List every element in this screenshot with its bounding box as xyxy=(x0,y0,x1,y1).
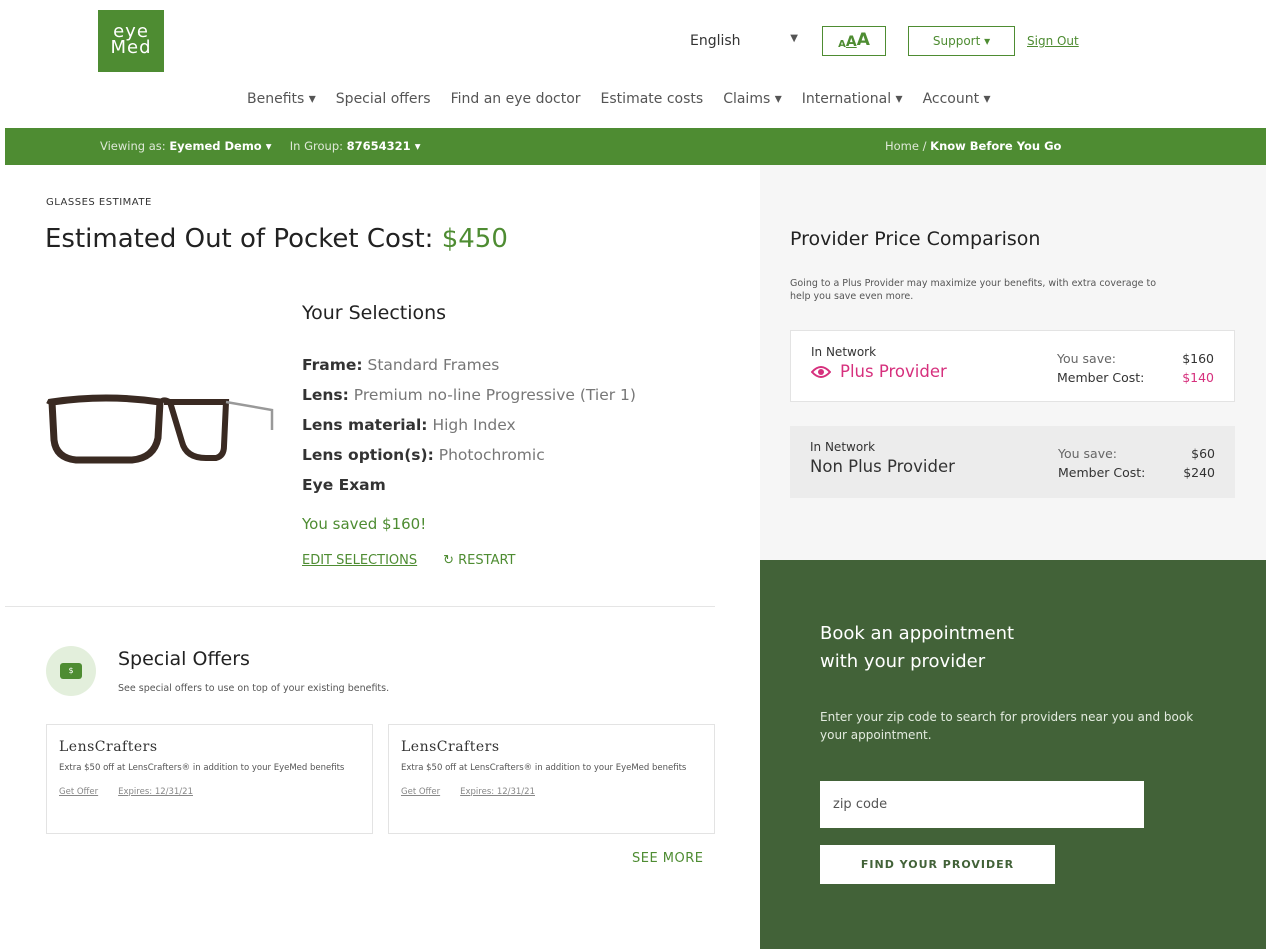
selection-label: Eye Exam xyxy=(302,476,386,494)
book-subtitle: Enter your zip code to search for provid… xyxy=(820,710,1194,742)
you-save-label: You save: xyxy=(1058,446,1117,461)
selection-lens-options: Lens option(s): Photochromic xyxy=(302,440,636,470)
context-bar: Viewing as: Eyemed Demo ▾ In Group: 8765… xyxy=(5,128,1266,165)
headline-text: Estimated Out of Pocket Cost: xyxy=(45,224,434,254)
provider-costs: You save: $160 Member Cost: $140 xyxy=(1057,349,1214,387)
nav-benefits[interactable]: Benefits ▾ xyxy=(247,91,316,107)
glasses-image xyxy=(46,394,274,464)
viewing-as: Viewing as: Eyemed Demo ▾ In Group: 8765… xyxy=(100,139,420,153)
selection-label: Lens: xyxy=(302,386,349,404)
get-offer-link[interactable]: Get Offer xyxy=(401,787,440,797)
book-title-line-2: with your provider xyxy=(820,651,986,672)
offer-footer: Get Offer Expires: 12/31/21 xyxy=(401,787,702,797)
estimated-cost: $450 xyxy=(441,224,508,254)
book-title: Book an appointment with your provider xyxy=(820,620,1014,676)
member-cost-label: Member Cost: xyxy=(1058,465,1146,480)
find-provider-button[interactable]: FIND YOUR PROVIDER xyxy=(820,845,1055,884)
get-offer-link[interactable]: Get Offer xyxy=(59,787,98,797)
section-divider xyxy=(5,606,715,607)
you-save-label: You save: xyxy=(1057,351,1116,366)
comparison-subtitle: Going to a Plus Provider may maximize yo… xyxy=(790,278,1157,302)
selection-actions: EDIT SELECTIONS ↻ RESTART xyxy=(302,553,516,568)
offer-description: Extra $50 off at LensCrafters® in additi… xyxy=(401,763,687,773)
book-title-line-1: Book an appointment xyxy=(820,623,1015,644)
comparison-title: Provider Price Comparison xyxy=(790,228,1041,250)
selection-eye-exam: Eye Exam xyxy=(302,470,636,500)
provider-costs: You save: $60 Member Cost: $240 xyxy=(1058,444,1215,482)
nav-special-offers[interactable]: Special offers xyxy=(336,91,431,107)
you-save-value: $160 xyxy=(1182,351,1214,366)
member-cost-value: $140 xyxy=(1182,370,1214,385)
breadcrumb-current: Know Before You Go xyxy=(930,139,1062,153)
selection-frame: Frame: Standard Frames xyxy=(302,350,636,380)
chevron-down-icon: ▼ xyxy=(790,33,798,44)
eyemed-logo[interactable]: eye Med xyxy=(98,10,164,72)
book-appointment-panel xyxy=(760,560,1266,949)
page-title: Estimated Out of Pocket Cost: $450 xyxy=(45,224,508,254)
utility-bar: English ▼ A A A Support ▾ Sign Out xyxy=(690,26,1079,56)
selection-value: Premium no-line Progressive (Tier 1) xyxy=(353,386,636,404)
restart-link[interactable]: ↻ RESTART xyxy=(443,553,515,568)
offer-card: LensCrafters Extra $50 off at LensCrafte… xyxy=(46,724,373,834)
support-button[interactable]: Support ▾ xyxy=(908,26,1015,56)
group-select[interactable]: 87654321 ▾ xyxy=(347,139,421,153)
breadcrumb: Home / Know Before You Go xyxy=(885,139,1061,153)
language-value: English xyxy=(690,33,741,49)
offer-brand: LensCrafters xyxy=(401,739,500,755)
text-size-small: A xyxy=(838,39,846,50)
viewing-label: Viewing as: xyxy=(100,139,166,153)
zip-code-input[interactable] xyxy=(820,781,1144,828)
offer-card: LensCrafters Extra $50 off at LensCrafte… xyxy=(388,724,715,834)
selection-lens: Lens: Premium no-line Progressive (Tier … xyxy=(302,380,636,410)
offer-description: Extra $50 off at LensCrafters® in additi… xyxy=(59,763,345,773)
offer-icon: $ xyxy=(46,646,96,696)
provider-name-text: Plus Provider xyxy=(840,362,947,381)
text-size-button[interactable]: A A A xyxy=(822,26,886,56)
nav-find-eye-doctor[interactable]: Find an eye doctor xyxy=(451,91,581,107)
viewing-user-select[interactable]: Eyemed Demo ▾ xyxy=(169,139,271,153)
nav-international[interactable]: International ▾ xyxy=(802,91,903,107)
offer-expiry: Expires: 12/31/21 xyxy=(118,787,193,797)
plus-provider-card[interactable]: In Network Plus Provider You save: $160 M… xyxy=(790,330,1235,402)
selection-lens-material: Lens material: High Index xyxy=(302,410,636,440)
estimate-eyebrow: GLASSES ESTIMATE xyxy=(46,197,152,208)
offer-tag-icon: $ xyxy=(60,663,82,679)
member-cost-label: Member Cost: xyxy=(1057,370,1145,385)
offer-brand: LensCrafters xyxy=(59,739,158,755)
sign-out-link[interactable]: Sign Out xyxy=(1027,34,1079,48)
selection-value: Photochromic xyxy=(438,446,545,464)
main-nav: Benefits ▾ Special offers Find an eye do… xyxy=(247,91,1011,107)
selection-value: Standard Frames xyxy=(367,356,500,374)
selection-label: Lens material: xyxy=(302,416,428,434)
you-save-value: $60 xyxy=(1191,446,1215,461)
offer-footer: Get Offer Expires: 12/31/21 xyxy=(59,787,360,797)
group-label: In Group: xyxy=(289,139,344,153)
member-cost-value: $240 xyxy=(1183,465,1215,480)
language-select[interactable]: English ▼ xyxy=(690,33,798,49)
selections-list: Frame: Standard Frames Lens: Premium no-… xyxy=(302,350,636,500)
offer-expiry: Expires: 12/31/21 xyxy=(460,787,535,797)
special-offers-subtitle: See special offers to use on top of your… xyxy=(118,683,390,694)
nav-estimate-costs[interactable]: Estimate costs xyxy=(601,91,704,107)
eye-icon xyxy=(811,365,831,378)
special-offers-title: Special Offers xyxy=(118,648,250,670)
nav-claims[interactable]: Claims ▾ xyxy=(723,91,782,107)
selection-value: High Index xyxy=(432,416,516,434)
selections-title: Your Selections xyxy=(302,302,447,324)
selection-label: Frame: xyxy=(302,356,363,374)
nav-account[interactable]: Account ▾ xyxy=(923,91,991,107)
savings-message: You saved $160! xyxy=(302,515,427,533)
text-size-medium: A xyxy=(845,34,857,50)
logo-line-2: Med xyxy=(110,37,152,58)
non-plus-provider-card[interactable]: In Network Non Plus Provider You save: $6… xyxy=(790,426,1235,498)
selection-label: Lens option(s): xyxy=(302,446,434,464)
edit-selections-link[interactable]: EDIT SELECTIONS xyxy=(302,553,417,568)
see-more-link[interactable]: SEE MORE xyxy=(632,851,704,866)
breadcrumb-home[interactable]: Home / xyxy=(885,139,927,153)
text-size-large: A xyxy=(856,30,870,50)
